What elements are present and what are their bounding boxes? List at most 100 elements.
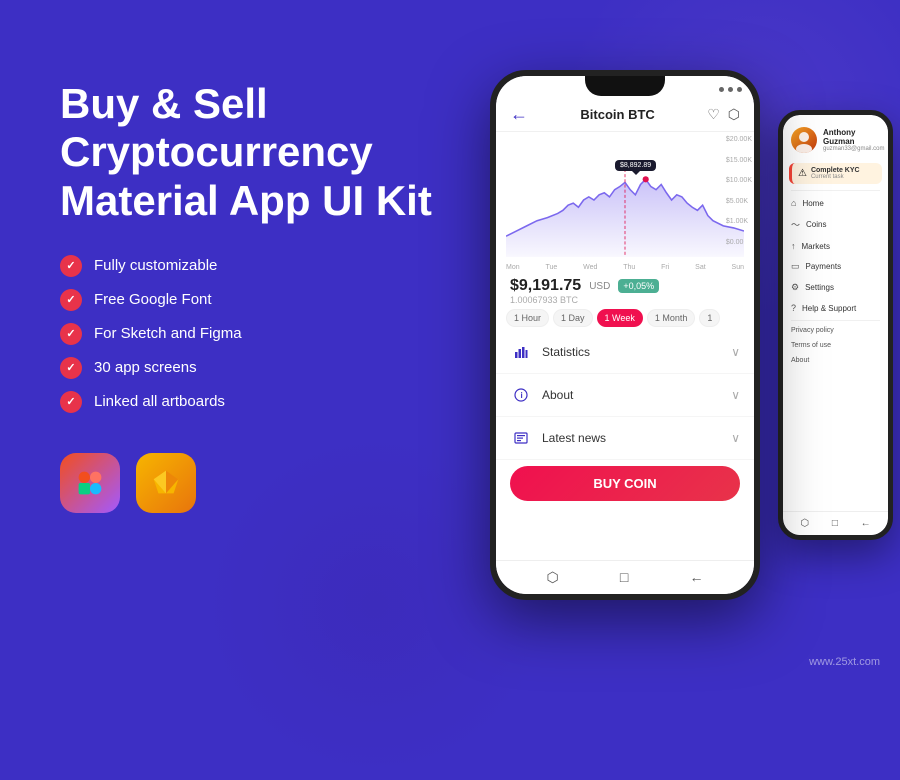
nav-divider-2 (791, 320, 880, 321)
phone-nav-bar: ⬡ □ ← (496, 560, 754, 594)
kyc-title: Complete KYC (811, 167, 860, 174)
price-btc: 1.00067933 BTC (510, 295, 740, 305)
terms-of-use-link[interactable]: Terms of use (783, 338, 888, 353)
svg-text:i: i (521, 391, 523, 400)
phone-header: ← Bitcoin BTC ♡ ⬡ (496, 98, 754, 132)
check-icon: ✓ (60, 255, 82, 277)
back-arrow-icon[interactable]: ← (510, 104, 528, 125)
kyc-subtitle: Current task (811, 174, 860, 180)
home-nav-icon: ⌂ (791, 198, 796, 208)
feature-item: ✓ Linked all artboards (60, 391, 440, 413)
features-list: ✓ Fully customizable ✓ Free Google Font ✓ For… (60, 255, 440, 413)
side-nav-icon-1[interactable]: ⬡ (800, 518, 809, 529)
y-label-1: $20.00K (726, 136, 752, 143)
feature-text: Linked all artboards (94, 393, 225, 410)
feature-item: ✓ Fully customizable (60, 255, 440, 277)
chart-area: $20.00K $15.00K $10.00K $5.00K $1.00K $0… (496, 132, 754, 262)
price-currency: USD (589, 281, 610, 292)
phone-main: ← Bitcoin BTC ♡ ⬡ $20.00K $15.00K $10.00… (490, 70, 760, 600)
statistics-icon (510, 341, 532, 363)
side-header: Anthony Guzman guzman33@gmail.com (783, 115, 888, 159)
side-nav-icon-2[interactable]: □ (832, 518, 838, 529)
status-dot-1 (719, 87, 724, 92)
user-avatar (791, 127, 817, 153)
side-nav-markets[interactable]: ↑ Markets (783, 236, 888, 256)
privacy-policy-link[interactable]: Privacy policy (783, 323, 888, 338)
settings-nav-label: Settings (805, 283, 834, 292)
payments-nav-label: Payments (806, 262, 842, 271)
tool-icons (60, 453, 440, 513)
news-icon (510, 427, 532, 449)
statistics-section[interactable]: Statistics ∨ (496, 331, 754, 374)
left-panel: Buy & Sell Cryptocurrency Material App U… (60, 80, 440, 513)
check-icon: ✓ (60, 323, 82, 345)
time-more[interactable]: 1 (699, 309, 720, 327)
share-icon[interactable]: ⬡ (728, 106, 740, 123)
phone-screen: ← Bitcoin BTC ♡ ⬡ $20.00K $15.00K $10.00… (496, 76, 754, 594)
figma-icon (72, 465, 108, 501)
nav-recents-icon[interactable]: ← (689, 569, 703, 586)
home-nav-label: Home (802, 199, 823, 208)
phone-side: Anthony Guzman guzman33@gmail.com ⚠ Comp… (778, 110, 893, 540)
nav-home-icon[interactable]: □ (620, 569, 628, 586)
side-nav-coins[interactable]: 〜 Coins (783, 213, 888, 236)
nav-back-icon[interactable]: ⬡ (547, 569, 559, 586)
sketch-icon-box (136, 453, 196, 513)
main-title: Buy & Sell Cryptocurrency Material App U… (60, 80, 440, 225)
about-section[interactable]: i About ∨ (496, 374, 754, 417)
news-chevron: ∨ (731, 431, 740, 445)
about-link[interactable]: About (783, 353, 888, 368)
chart-y-labels: $20.00K $15.00K $10.00K $5.00K $1.00K $0… (726, 136, 752, 246)
help-nav-icon: ? (791, 303, 796, 313)
feature-text: For Sketch and Figma (94, 325, 242, 342)
sketch-icon (148, 465, 184, 501)
time-1day[interactable]: 1 Day (553, 309, 593, 327)
markets-nav-label: Markets (802, 242, 830, 251)
y-label-5: $1.00K (726, 218, 752, 225)
coins-nav-icon: 〜 (791, 218, 800, 231)
kyc-banner[interactable]: ⚠ Complete KYC Current task (789, 163, 882, 184)
user-name: Anthony Guzman (823, 128, 884, 146)
time-1month[interactable]: 1 Month (647, 309, 696, 327)
latest-news-section[interactable]: Latest news ∨ (496, 417, 754, 460)
side-nav-home[interactable]: ⌂ Home (783, 193, 888, 213)
figma-icon-box (60, 453, 120, 513)
heart-icon[interactable]: ♡ (707, 106, 720, 123)
settings-nav-icon: ⚙ (791, 282, 799, 293)
help-nav-label: Help & Support (802, 304, 856, 313)
header-icons: ♡ ⬡ (707, 106, 740, 123)
side-nav-help[interactable]: ? Help & Support (783, 298, 888, 318)
time-1week[interactable]: 1 Week (597, 309, 643, 327)
side-nav-icon-3[interactable]: ← (861, 518, 871, 529)
statistics-chevron: ∨ (731, 345, 740, 359)
y-label-4: $5.00K (726, 198, 752, 205)
payments-nav-icon: ▭ (791, 261, 800, 272)
statistics-label: Statistics (542, 345, 721, 359)
markets-nav-icon: ↑ (791, 241, 796, 251)
price-change-badge: +0,05% (618, 279, 659, 293)
side-nav-payments[interactable]: ▭ Payments (783, 256, 888, 277)
y-label-2: $15.00K (726, 157, 752, 164)
check-icon: ✓ (60, 391, 82, 413)
feature-item: ✓30 app screens (60, 357, 440, 379)
chart-tooltip: $8,892.89 (615, 160, 656, 171)
user-info: Anthony Guzman guzman33@gmail.com (823, 128, 884, 152)
feature-text: Fully customizable (94, 257, 217, 274)
coins-nav-label: Coins (806, 220, 826, 229)
latest-news-label: Latest news (542, 431, 721, 445)
time-1hour[interactable]: 1 Hour (506, 309, 549, 327)
price-value: $9,191.75 (510, 277, 581, 295)
check-icon: ✓ (60, 289, 82, 311)
side-nav-settings[interactable]: ⚙ Settings (783, 277, 888, 298)
feature-item: ✓ For Sketch and Figma (60, 323, 440, 345)
about-label: About (542, 388, 721, 402)
kyc-warning-icon: ⚠ (798, 168, 807, 179)
kyc-text: Complete KYC Current task (811, 167, 860, 180)
about-chevron: ∨ (731, 388, 740, 402)
buy-coin-button[interactable]: BUY COIN (510, 466, 740, 501)
status-dot-3 (737, 87, 742, 92)
y-label-6: $0.00 (726, 239, 752, 246)
feature-text: 30 app screens (94, 359, 197, 376)
nav-divider-1 (791, 190, 880, 191)
feature-text: Free Google Font (94, 291, 212, 308)
